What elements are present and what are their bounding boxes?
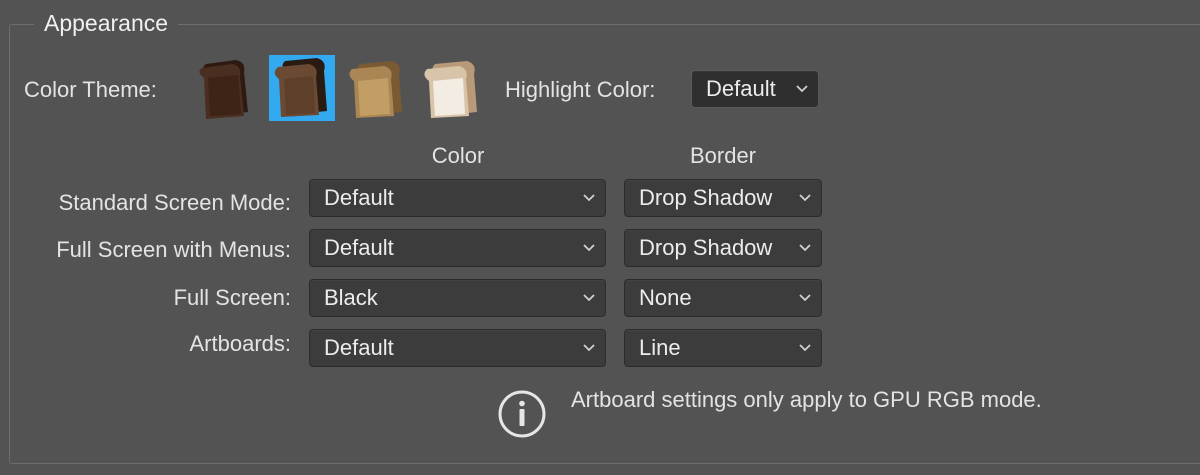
select-value: Black — [324, 285, 378, 310]
select-value: Drop Shadow — [639, 185, 773, 210]
full-screen-menus-border-select[interactable]: Drop Shadow — [624, 229, 822, 267]
highlight-color-label: Highlight Color: — [505, 77, 656, 102]
highlight-color-select[interactable]: Default — [691, 70, 819, 108]
theme-swatch-light[interactable] — [419, 56, 485, 122]
chevron-down-icon — [796, 85, 808, 93]
select-value: Line — [639, 335, 681, 360]
column-header-border: Border — [689, 143, 757, 168]
column-header-color: Color — [431, 143, 485, 168]
row-label-standard-screen-mode: Standard Screen Mode: — [58, 190, 291, 215]
standard-screen-color-select[interactable]: Default — [309, 179, 606, 217]
artboards-border-select[interactable]: Line — [624, 329, 822, 367]
select-value: None — [639, 285, 692, 310]
theme-swatch-darkest[interactable] — [194, 56, 260, 122]
toast-icon — [199, 60, 248, 119]
row-label-full-screen: Full Screen: — [173, 285, 291, 310]
select-value: Default — [324, 335, 394, 360]
row-label-artboards: Artboards: — [189, 331, 292, 356]
theme-swatch-medium[interactable] — [344, 56, 410, 122]
chevron-down-icon — [583, 194, 595, 202]
toast-icon — [424, 61, 477, 118]
select-value: Default — [324, 185, 394, 210]
full-screen-border-select[interactable]: None — [624, 279, 822, 317]
select-value: Drop Shadow — [639, 235, 773, 260]
chevron-down-icon — [799, 294, 811, 302]
full-screen-menus-color-select[interactable]: Default — [309, 229, 606, 267]
artboards-color-select[interactable]: Default — [309, 329, 606, 367]
info-icon — [497, 389, 547, 439]
color-theme-label: Color Theme: — [24, 77, 157, 102]
row-label-full-screen-with-menus: Full Screen with Menus: — [56, 237, 291, 262]
theme-swatch-dark[interactable] — [269, 55, 335, 121]
chevron-down-icon — [799, 344, 811, 352]
chevron-down-icon — [799, 194, 811, 202]
artboard-info-text: Artboard settings only apply to GPU RGB … — [571, 387, 1042, 412]
chevron-down-icon — [583, 294, 595, 302]
select-value: Default — [324, 235, 394, 260]
toast-icon — [274, 58, 327, 117]
chevron-down-icon — [799, 244, 811, 252]
chevron-down-icon — [583, 344, 595, 352]
full-screen-color-select[interactable]: Black — [309, 279, 606, 317]
standard-screen-border-select[interactable]: Drop Shadow — [624, 179, 822, 217]
chevron-down-icon — [583, 244, 595, 252]
group-title: Appearance — [34, 8, 179, 38]
toast-icon — [349, 61, 402, 118]
highlight-color-value: Default — [706, 76, 776, 101]
